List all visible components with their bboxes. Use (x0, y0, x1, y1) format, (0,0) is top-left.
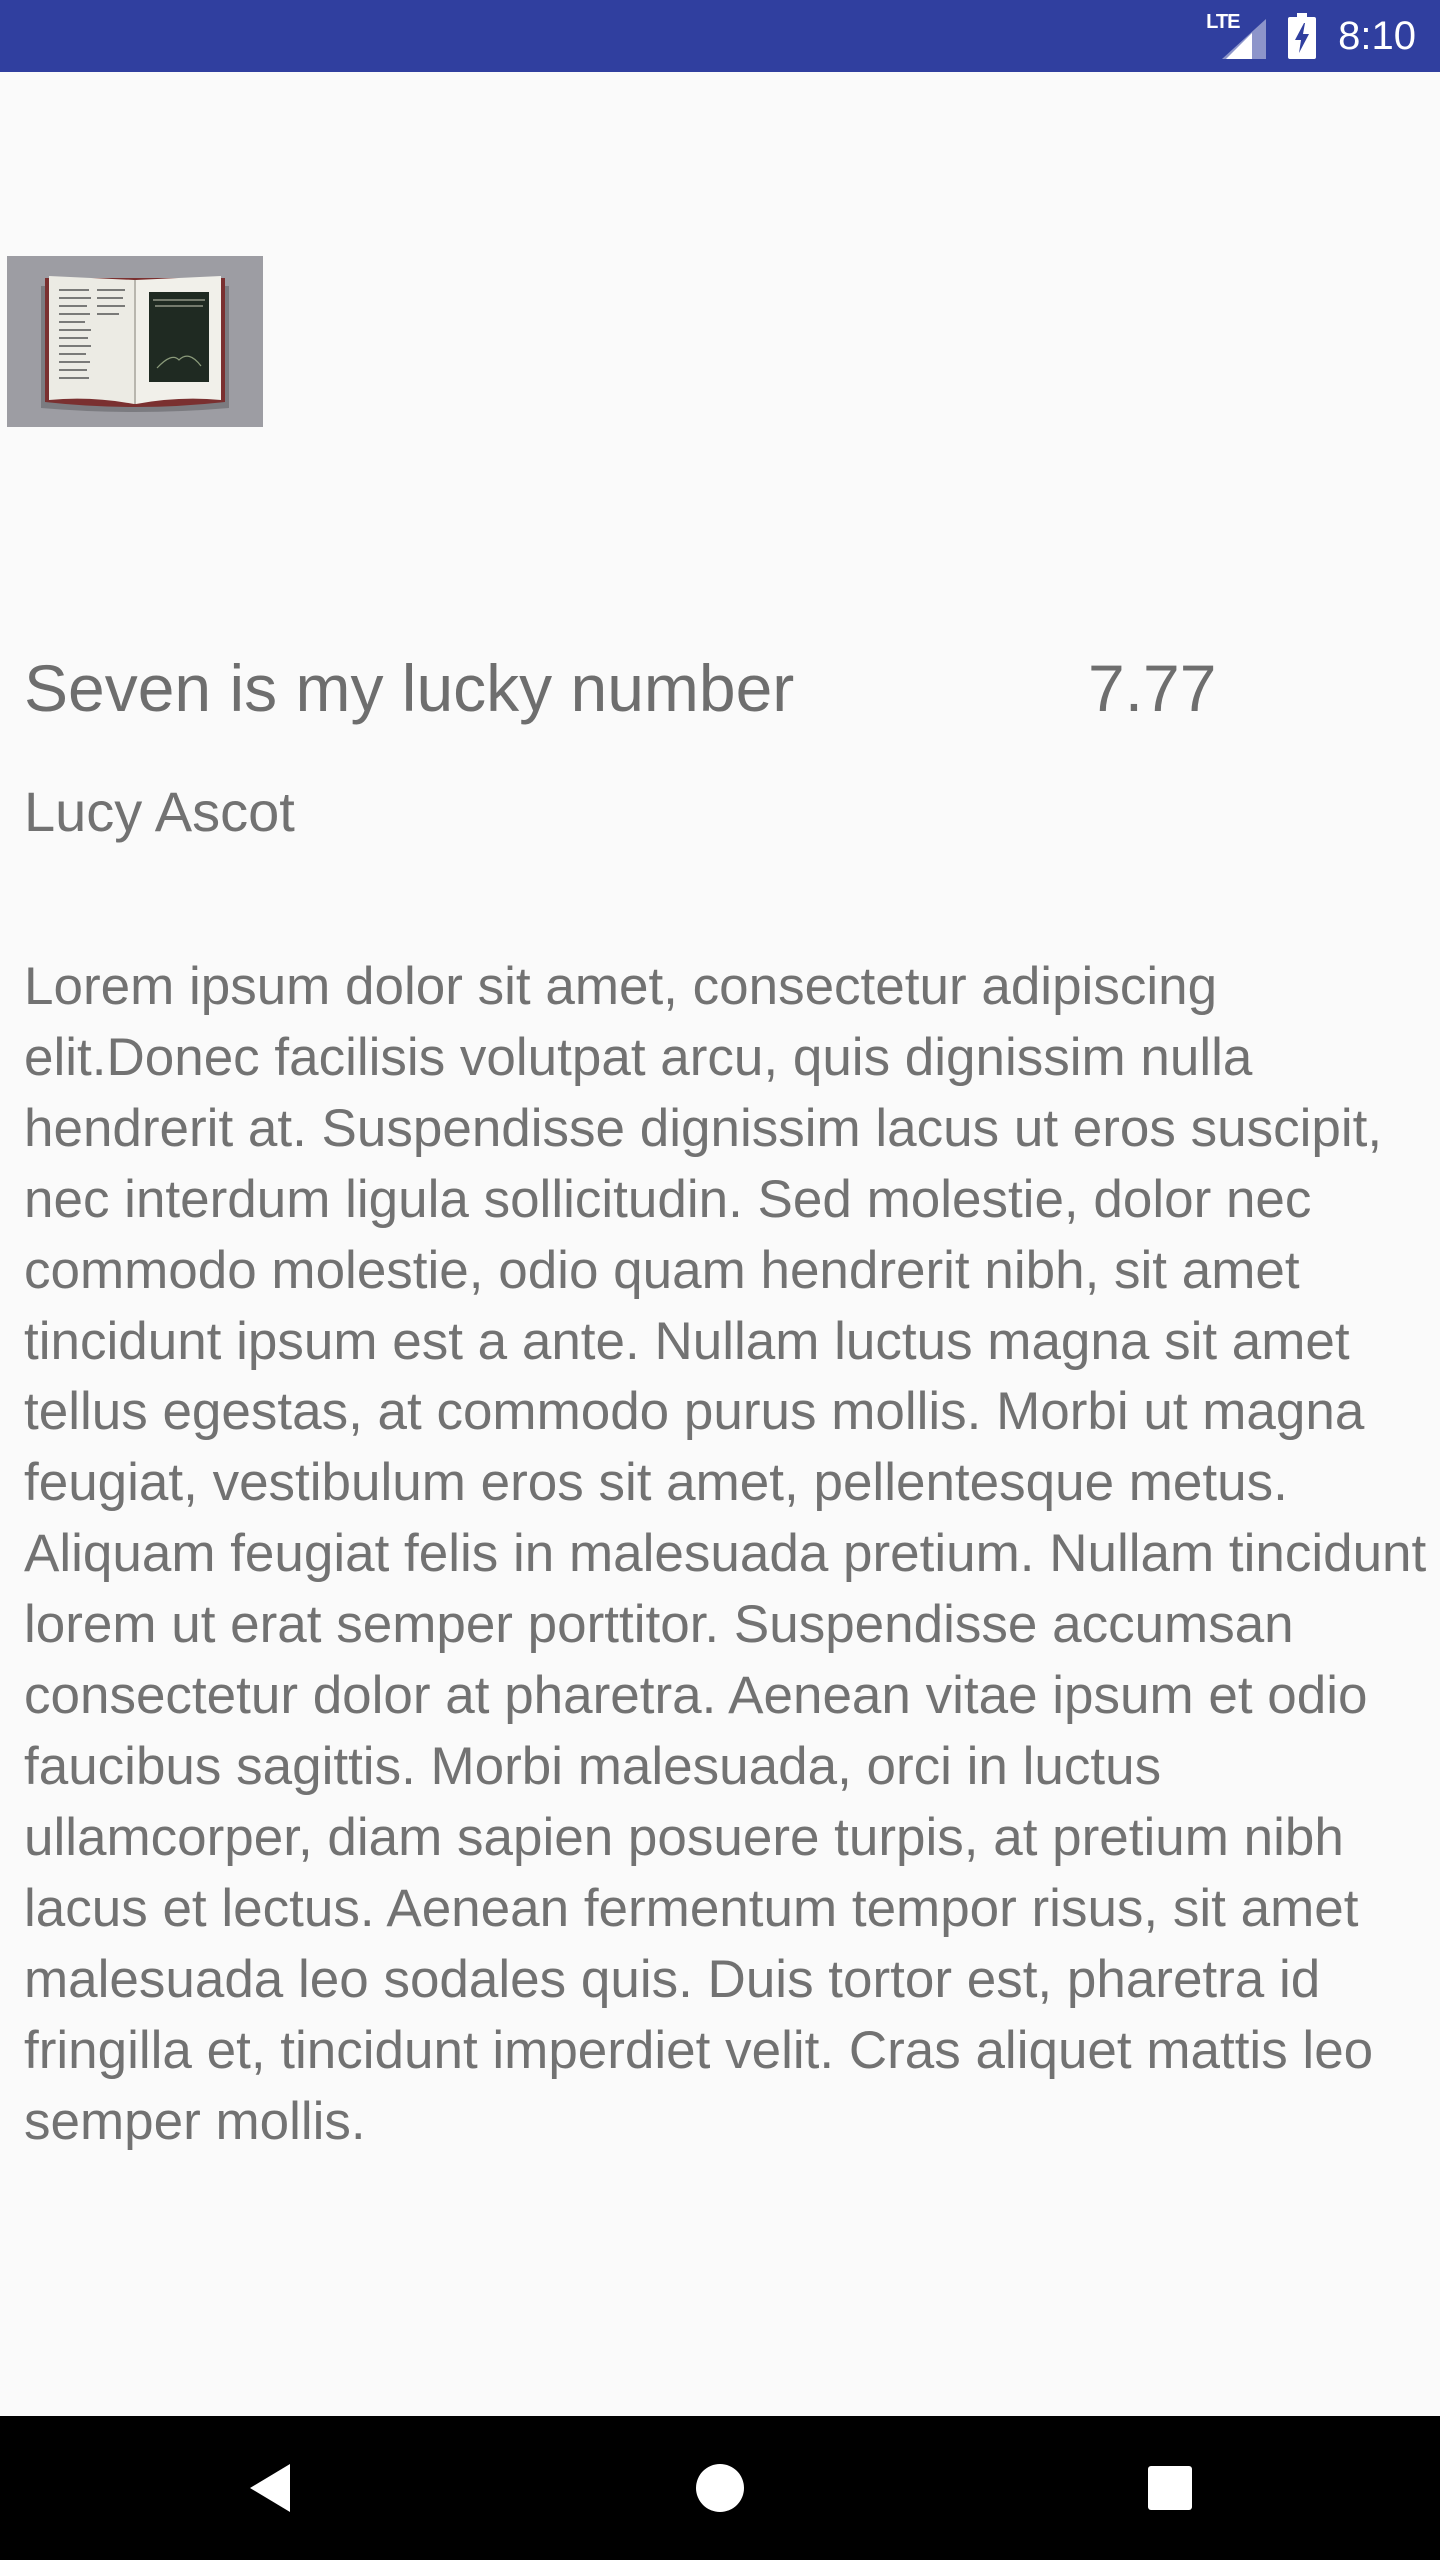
back-button[interactable] (190, 2416, 350, 2560)
open-book-thumbnail (7, 256, 263, 427)
battery-charging-icon (1288, 13, 1317, 59)
back-icon (250, 2464, 290, 2512)
book-description: Lorem ipsum dolor sit amet, consectetur … (24, 957, 1427, 2151)
book-cover-image (7, 256, 263, 427)
status-bar: LTE 8:10 (0, 0, 1440, 72)
recents-icon (1148, 2466, 1192, 2510)
book-title: Seven is my lucky number (24, 651, 795, 725)
book-price: 7.77 (1088, 651, 1217, 725)
lte-signal-icon: LTE (1206, 11, 1267, 61)
home-button[interactable] (640, 2416, 800, 2560)
book-author: Lucy Ascot (24, 780, 295, 843)
home-icon (696, 2464, 744, 2512)
status-icons: LTE 8:10 (1206, 0, 1416, 72)
signal-strength-icon (1222, 19, 1267, 59)
clock: 8:10 (1338, 13, 1416, 58)
recents-button[interactable] (1090, 2416, 1250, 2560)
navigation-bar (0, 2416, 1440, 2560)
